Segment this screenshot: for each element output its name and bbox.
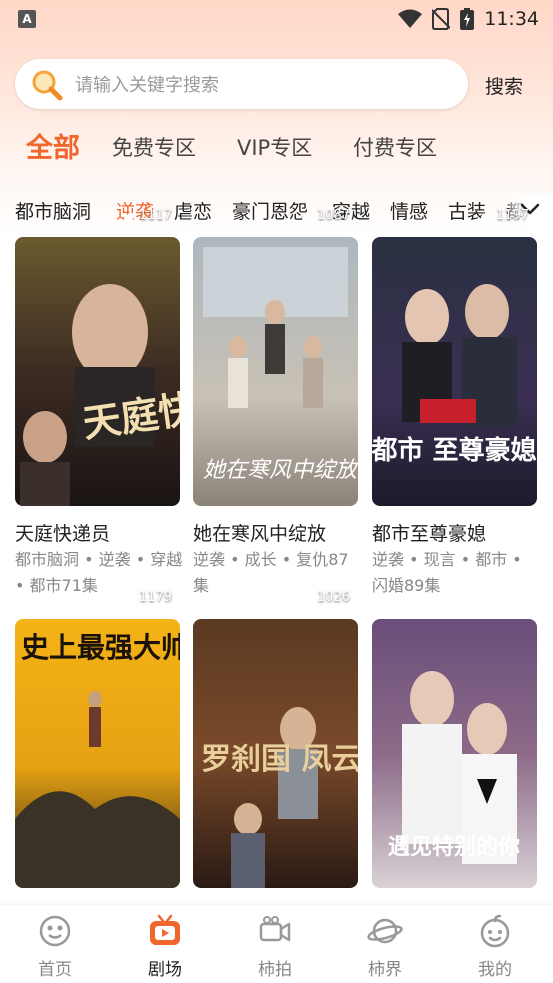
- nav-world[interactable]: 柿界: [330, 905, 440, 983]
- flame-icon: [480, 208, 491, 223]
- drama-poster[interactable]: 罗刹国 凤云: [193, 619, 358, 888]
- view-count: 1197: [480, 208, 529, 223]
- bottom-nav: 首页 剧场 柿拍 柿界 我的: [0, 905, 553, 983]
- view-count: 1179: [123, 590, 172, 605]
- view-count-value: 1026: [316, 590, 350, 605]
- view-count-value: 1087: [316, 208, 350, 223]
- tab-paid[interactable]: 付费专区: [353, 132, 437, 162]
- category-item[interactable]: 豪门恩怨: [232, 197, 308, 224]
- category-item[interactable]: 都市脑洞: [15, 197, 91, 224]
- nav-profile[interactable]: 我的: [440, 905, 550, 983]
- nav-label: 首页: [38, 960, 72, 980]
- no-sim-icon: [432, 8, 451, 30]
- view-count: 1087: [301, 208, 350, 223]
- flame-icon: [301, 208, 312, 223]
- wifi-icon: [398, 9, 423, 28]
- poster-title-text: 她在寒风中绽放: [203, 458, 358, 483]
- flame-icon: [301, 590, 312, 605]
- view-count: 1026: [301, 590, 350, 605]
- drama-poster[interactable]: 史上最强大帅: [15, 619, 180, 888]
- view-count-value: 1197: [495, 208, 529, 223]
- flame-icon: [123, 208, 134, 223]
- profile-icon: [480, 914, 510, 948]
- tab-all[interactable]: 全部: [26, 126, 80, 165]
- status-time: 11:34: [484, 8, 539, 30]
- drama-poster[interactable]: 天庭快递员: [15, 237, 180, 506]
- tab-free[interactable]: 免费专区: [112, 132, 196, 162]
- planet-icon: [367, 918, 403, 944]
- search-icon: [32, 70, 63, 101]
- view-count-value: 1179: [138, 590, 172, 605]
- home-icon: [39, 915, 71, 947]
- drama-poster[interactable]: 她在寒风中绽放: [193, 237, 358, 506]
- drama-title[interactable]: 都市至尊豪媳: [372, 519, 542, 546]
- search-button[interactable]: 搜索: [485, 72, 523, 99]
- nav-label: 柿界: [368, 960, 402, 980]
- drama-title[interactable]: 她在寒风中绽放: [193, 519, 363, 546]
- status-icons: 11:34: [398, 7, 539, 31]
- poster-title-text: 遇见特别的你: [388, 834, 520, 860]
- nav-theater[interactable]: 剧场: [110, 905, 220, 983]
- poster-title-text: 史上最强大帅: [21, 631, 180, 664]
- nav-shoot[interactable]: 柿拍: [220, 905, 330, 983]
- app-notification-icon: A: [18, 10, 36, 28]
- drama-poster[interactable]: 都市 至尊豪媳: [372, 237, 537, 506]
- nav-label: 柿拍: [258, 960, 292, 980]
- nav-label: 剧场: [148, 960, 182, 980]
- camera-icon: [259, 916, 291, 942]
- poster-title-text: 都市 至尊豪媳: [372, 435, 537, 466]
- drama-title[interactable]: 天庭快递员: [15, 519, 185, 546]
- drama-poster[interactable]: 遇见特别的你: [372, 619, 537, 888]
- nav-label: 我的: [478, 960, 512, 980]
- category-item[interactable]: 虐恋: [174, 197, 212, 224]
- category-item[interactable]: 情感: [390, 197, 428, 224]
- flame-icon: [123, 590, 134, 605]
- view-count-value: 1117: [138, 208, 172, 223]
- poster-title-text: 罗刹国 凤云: [201, 742, 358, 777]
- nav-home[interactable]: 首页: [0, 905, 110, 983]
- tv-icon: [150, 914, 180, 945]
- status-bar: A 11:34: [0, 0, 553, 38]
- view-count: 1117: [123, 208, 172, 223]
- search-input[interactable]: [73, 68, 457, 102]
- drama-tags: 逆袭 • 现言 • 都市 • 闪婚89集: [372, 550, 522, 595]
- category-row: 都市脑洞 逆袭 虐恋 豪门恩怨 穿越 情感 古装 都: [0, 194, 553, 228]
- search-box[interactable]: [15, 59, 468, 109]
- tab-vip[interactable]: VIP专区: [237, 132, 312, 162]
- battery-charging-icon: [460, 8, 475, 30]
